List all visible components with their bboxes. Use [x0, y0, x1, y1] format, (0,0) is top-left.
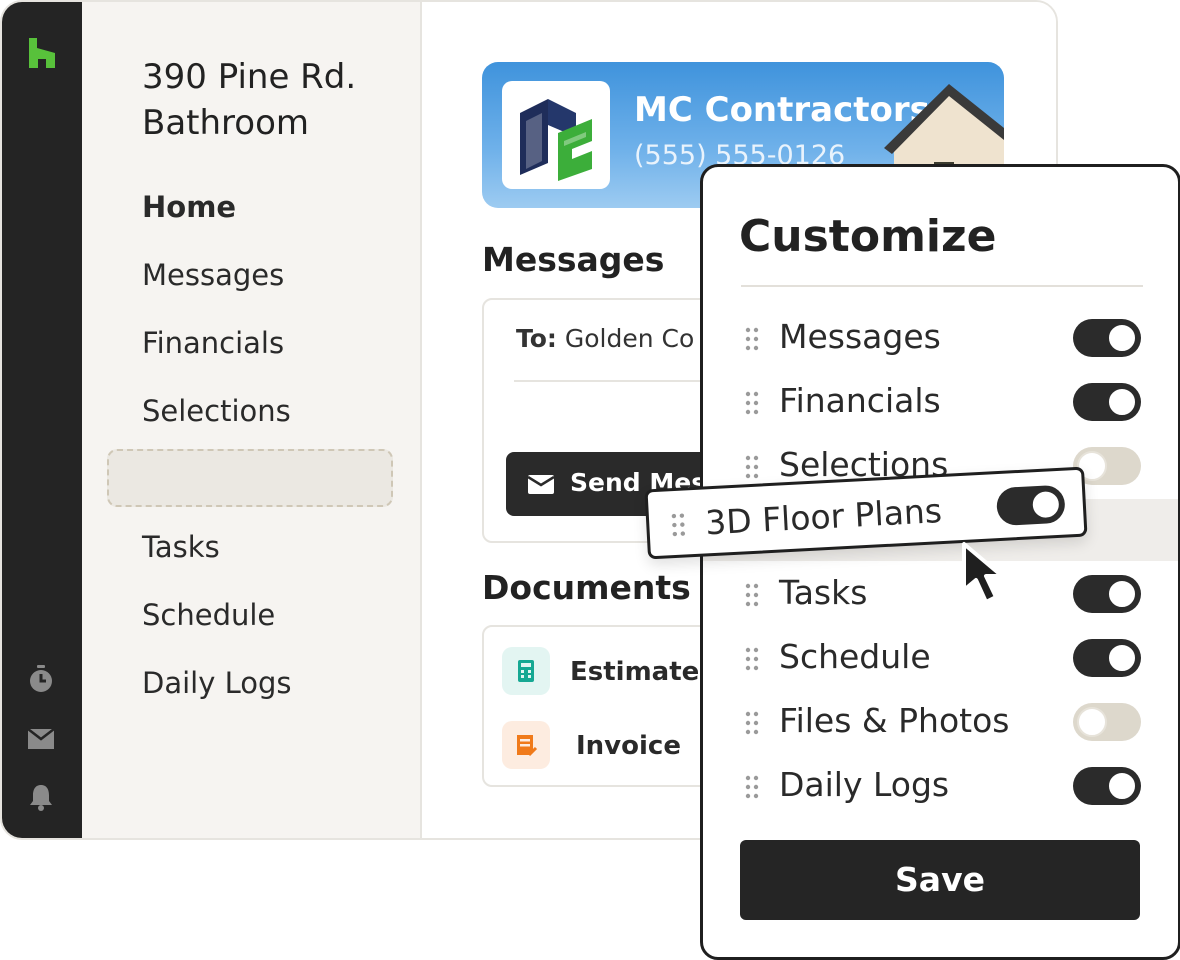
stopwatch-icon[interactable] — [26, 664, 56, 694]
customize-row-label: Files & Photos — [779, 701, 1010, 740]
drag-handle-icon[interactable] — [745, 711, 759, 735]
drag-handle-icon[interactable] — [745, 455, 759, 479]
toggle-switch[interactable] — [1073, 767, 1141, 805]
toggle-switch[interactable] — [995, 484, 1066, 527]
recipient-line[interactable]: To: Golden Co — [516, 324, 694, 353]
houzz-logo[interactable] — [27, 37, 57, 69]
customize-row-label: Tasks — [779, 573, 868, 612]
bell-icon[interactable] — [26, 782, 56, 812]
drag-handle-icon[interactable] — [745, 327, 759, 351]
sidebar-item-selections[interactable]: Selections — [142, 394, 291, 428]
customize-divider — [741, 285, 1143, 287]
drag-handle-icon[interactable] — [671, 512, 686, 537]
company-logo — [502, 81, 610, 189]
invoice-icon — [502, 721, 550, 769]
toggle-switch[interactable] — [1073, 383, 1141, 421]
customize-row-label: Financials — [779, 381, 941, 420]
customize-row-daily-logs[interactable]: Daily Logs — [703, 761, 1178, 811]
drop-placeholder[interactable] — [107, 449, 393, 507]
documents-title: Documents — [482, 568, 691, 607]
inbox-icon[interactable] — [26, 724, 56, 754]
icon-rail — [2, 2, 82, 838]
to-label: To: — [516, 324, 557, 353]
document-label-estimate: Estimate — [570, 657, 700, 687]
customize-row-label: Messages — [779, 317, 941, 356]
sidebar-item-schedule[interactable]: Schedule — [142, 598, 275, 632]
toggle-switch[interactable] — [1073, 319, 1141, 357]
customize-row-tasks[interactable]: Tasks — [703, 569, 1178, 619]
sidebar-item-home[interactable]: Home — [142, 190, 236, 224]
customize-row-messages[interactable]: Messages — [703, 313, 1178, 363]
customize-title: Customize — [739, 211, 997, 262]
project-title: 390 Pine Rd. Bathroom — [142, 57, 357, 143]
customize-row-financials[interactable]: Financials — [703, 377, 1178, 427]
mouse-pointer-icon — [962, 542, 1004, 604]
drag-handle-icon[interactable] — [745, 775, 759, 799]
sidebar-item-messages[interactable]: Messages — [142, 258, 284, 292]
customize-panel: Customize Messages Financials Selections… — [700, 164, 1180, 960]
customize-row-files-photos[interactable]: Files & Photos — [703, 697, 1178, 747]
recipient-value: Golden Co — [564, 324, 695, 353]
customize-row-label: Schedule — [779, 637, 931, 676]
envelope-icon — [528, 475, 554, 494]
toggle-switch[interactable] — [1073, 575, 1141, 613]
drag-handle-icon[interactable] — [745, 583, 759, 607]
drag-handle-icon[interactable] — [745, 391, 759, 415]
sidebar-item-financials[interactable]: Financials — [142, 326, 284, 360]
dragged-item-label: 3D Floor Plans — [704, 491, 943, 543]
drag-handle-icon[interactable] — [745, 647, 759, 671]
mc-logo-icon — [520, 99, 592, 181]
toggle-switch[interactable] — [1073, 639, 1141, 677]
customize-row-schedule[interactable]: Schedule — [703, 633, 1178, 683]
calculator-icon — [502, 647, 550, 695]
customize-row-label: Daily Logs — [779, 765, 950, 804]
sidebar-item-tasks[interactable]: Tasks — [142, 530, 220, 564]
messages-title: Messages — [482, 240, 665, 279]
save-button[interactable]: Save — [740, 840, 1140, 920]
document-label-invoice: Invoice — [576, 731, 681, 761]
project-sidebar: 390 Pine Rd. Bathroom Home Messages Fina… — [82, 2, 422, 838]
toggle-switch[interactable] — [1073, 703, 1141, 741]
sidebar-item-daily-logs[interactable]: Daily Logs — [142, 666, 292, 700]
